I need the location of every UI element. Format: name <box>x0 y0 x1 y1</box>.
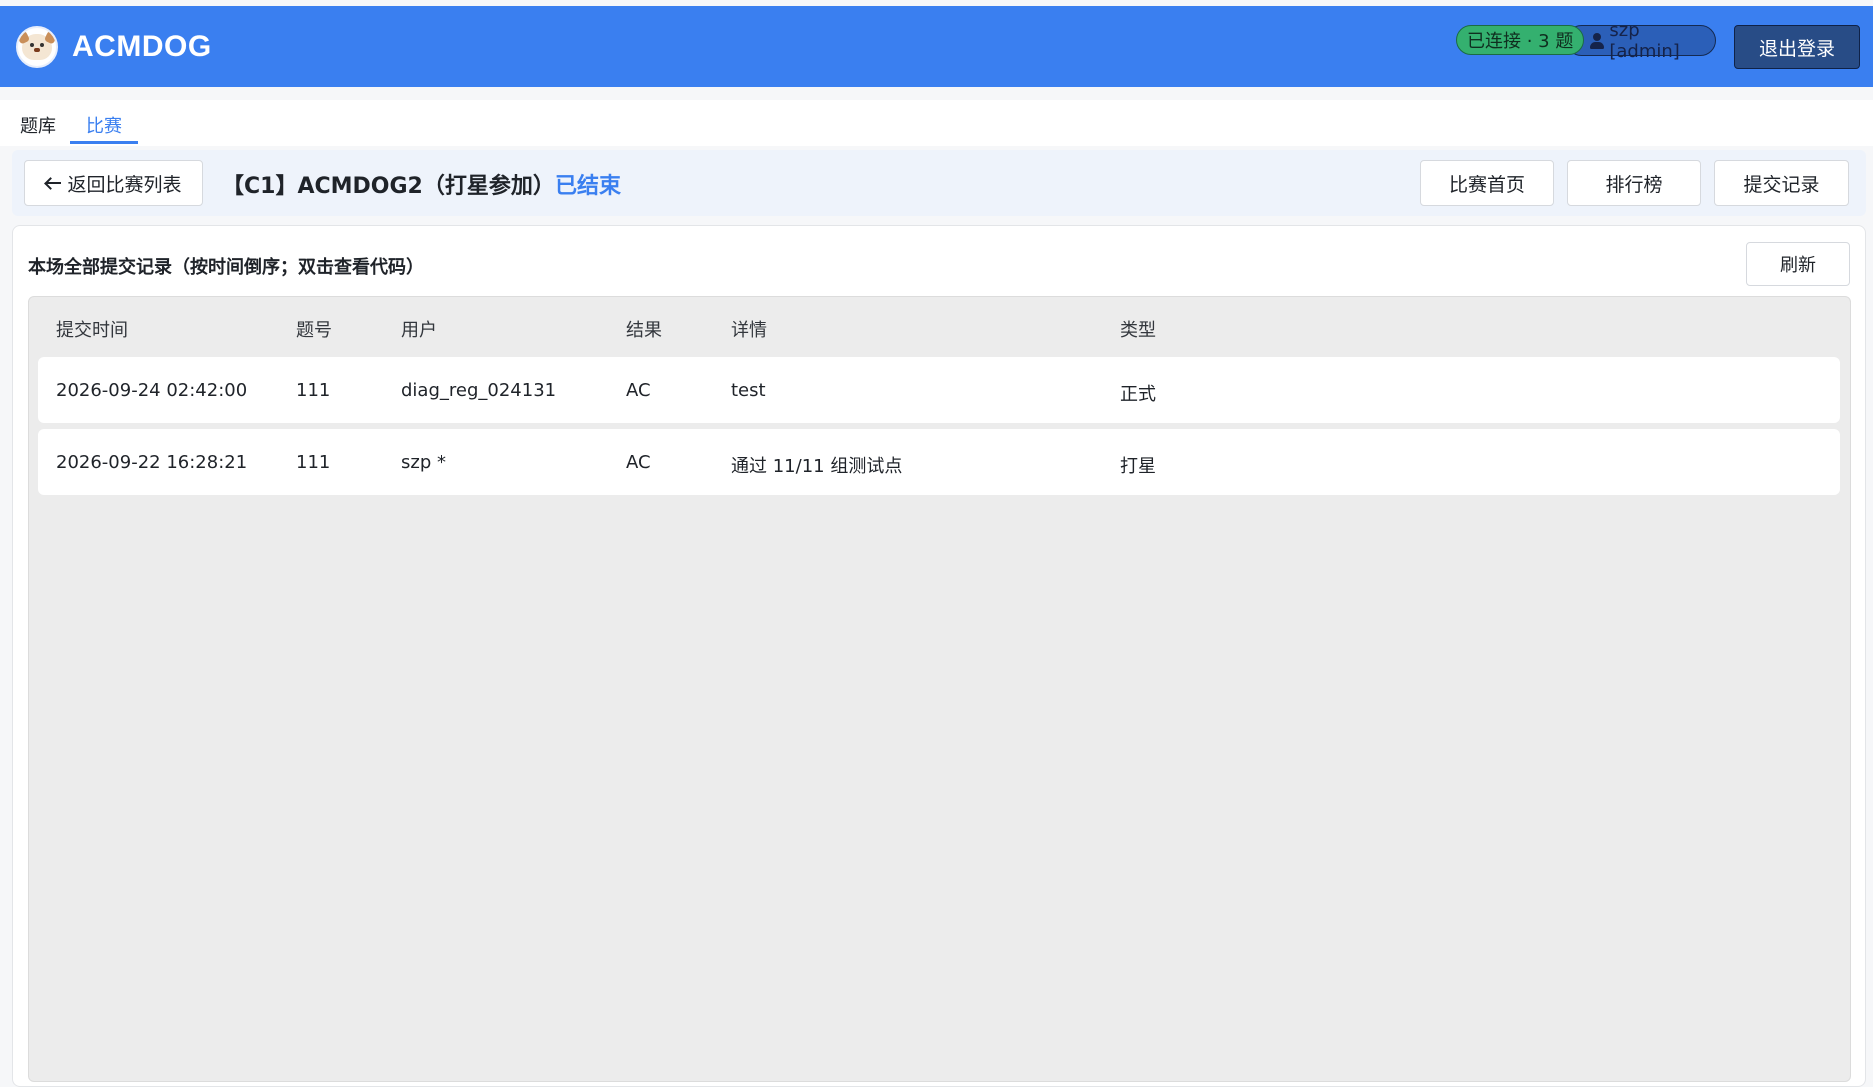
brand-title: ACMDOG <box>72 29 212 63</box>
connection-status-badge: 已连接 · 3 题 <box>1456 25 1585 55</box>
cell-problem: 111 <box>296 452 331 473</box>
active-tab-indicator <box>70 141 138 144</box>
column-header-type: 类型 <box>1120 320 1156 341</box>
cell-detail: 通过 11/11 组测试点 <box>731 456 903 477</box>
arrow-left-icon <box>45 177 63 189</box>
back-label: 返回比赛列表 <box>67 173 182 196</box>
user-name: szp [admin] <box>1609 19 1680 62</box>
brand[interactable]: ACMDOG <box>16 25 212 68</box>
cell-detail: test <box>731 380 766 401</box>
refresh-button[interactable]: 刷新 <box>1746 242 1850 286</box>
cell-result: AC <box>626 380 651 401</box>
back-to-contests-button[interactable]: 返回比赛列表 <box>24 160 203 206</box>
tab-contests[interactable]: 比赛 <box>86 112 122 138</box>
column-header-problem: 题号 <box>296 320 332 341</box>
dog-logo-icon <box>16 25 58 68</box>
submissions-title: 本场全部提交记录（按时间倒序；双击查看代码） <box>28 257 424 278</box>
contest-title: 【C1】ACMDOG2（打星参加） <box>222 174 555 199</box>
user-badge[interactable]: szp [admin] <box>1566 20 1716 62</box>
column-header-detail: 详情 <box>731 320 767 341</box>
column-header-user: 用户 <box>401 320 437 341</box>
ranking-button[interactable]: 排行榜 <box>1567 160 1701 206</box>
submissions-button[interactable]: 提交记录 <box>1714 160 1849 206</box>
contest-status: 已结束 <box>555 174 622 199</box>
cell-user: szp * <box>401 452 446 473</box>
cell-time: 2026-09-22 16:28:21 <box>56 452 248 473</box>
logout-button[interactable]: 退出登录 <box>1734 25 1860 69</box>
cell-time: 2026-09-24 02:42:00 <box>56 380 248 401</box>
column-header-time: 提交时间 <box>56 320 128 341</box>
cell-type: 正式 <box>1120 384 1156 405</box>
cell-problem: 111 <box>296 380 331 401</box>
cell-type: 打星 <box>1120 456 1156 477</box>
cell-result: AC <box>626 452 651 473</box>
user-icon <box>1589 32 1605 49</box>
cell-user: diag_reg_024131 <box>401 380 557 401</box>
nav-strip <box>0 100 1873 146</box>
contest-home-button[interactable]: 比赛首页 <box>1420 160 1554 206</box>
tab-problems[interactable]: 题库 <box>20 112 56 138</box>
column-header-result: 结果 <box>626 320 662 341</box>
